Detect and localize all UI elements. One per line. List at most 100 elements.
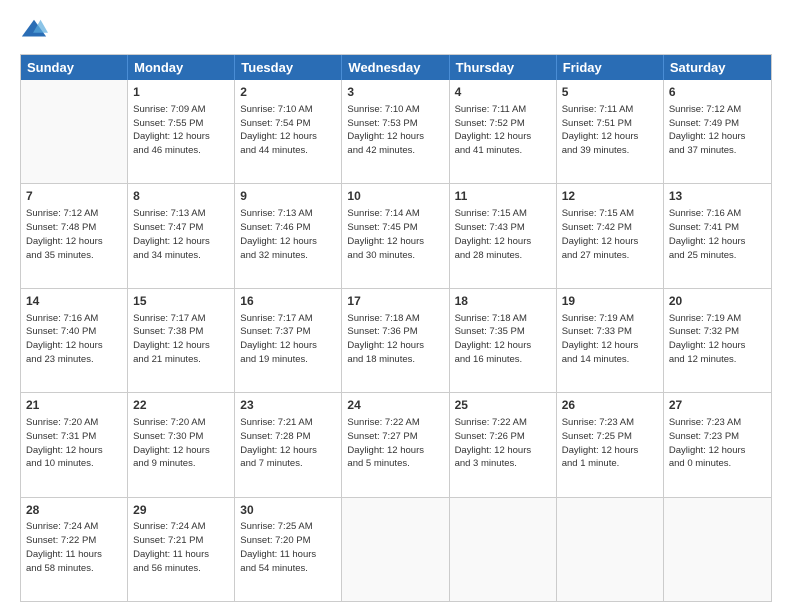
calendar-cell: 15 Sunrise: 7:17 AM Sunset: 7:38 PM Dayli… xyxy=(128,289,235,392)
day-number: 27 xyxy=(669,397,766,414)
day-info: Sunrise: 7:11 AM Sunset: 7:52 PM Dayligh… xyxy=(455,103,551,158)
day-number: 11 xyxy=(455,188,551,205)
day-number: 13 xyxy=(669,188,766,205)
day-number: 20 xyxy=(669,293,766,310)
day-info: Sunrise: 7:22 AM Sunset: 7:27 PM Dayligh… xyxy=(347,416,443,471)
calendar-cell: 2 Sunrise: 7:10 AM Sunset: 7:54 PM Daylig… xyxy=(235,80,342,183)
day-number: 26 xyxy=(562,397,658,414)
day-info: Sunrise: 7:22 AM Sunset: 7:26 PM Dayligh… xyxy=(455,416,551,471)
day-info: Sunrise: 7:19 AM Sunset: 7:32 PM Dayligh… xyxy=(669,312,766,367)
day-info: Sunrise: 7:17 AM Sunset: 7:37 PM Dayligh… xyxy=(240,312,336,367)
calendar-cell: 12 Sunrise: 7:15 AM Sunset: 7:42 PM Dayli… xyxy=(557,184,664,287)
day-info: Sunrise: 7:24 AM Sunset: 7:22 PM Dayligh… xyxy=(26,520,122,575)
header-day-sunday: Sunday xyxy=(21,55,128,80)
day-info: Sunrise: 7:15 AM Sunset: 7:43 PM Dayligh… xyxy=(455,207,551,262)
calendar-cell xyxy=(664,498,771,601)
day-info: Sunrise: 7:23 AM Sunset: 7:23 PM Dayligh… xyxy=(669,416,766,471)
calendar-cell: 26 Sunrise: 7:23 AM Sunset: 7:25 PM Dayli… xyxy=(557,393,664,496)
calendar-cell: 21 Sunrise: 7:20 AM Sunset: 7:31 PM Dayli… xyxy=(21,393,128,496)
day-number: 9 xyxy=(240,188,336,205)
calendar-row: 21 Sunrise: 7:20 AM Sunset: 7:31 PM Dayli… xyxy=(21,392,771,496)
calendar-cell: 14 Sunrise: 7:16 AM Sunset: 7:40 PM Dayli… xyxy=(21,289,128,392)
day-info: Sunrise: 7:11 AM Sunset: 7:51 PM Dayligh… xyxy=(562,103,658,158)
calendar-cell: 28Sunrise: 7:24 AM Sunset: 7:22 PM Dayli… xyxy=(21,498,128,601)
calendar-cell: 30Sunrise: 7:25 AM Sunset: 7:20 PM Dayli… xyxy=(235,498,342,601)
calendar-cell: 25 Sunrise: 7:22 AM Sunset: 7:26 PM Dayli… xyxy=(450,393,557,496)
calendar-header: SundayMondayTuesdayWednesdayThursdayFrid… xyxy=(21,55,771,80)
calendar-cell xyxy=(21,80,128,183)
day-info: Sunrise: 7:13 AM Sunset: 7:47 PM Dayligh… xyxy=(133,207,229,262)
calendar-cell: 22 Sunrise: 7:20 AM Sunset: 7:30 PM Dayli… xyxy=(128,393,235,496)
calendar-cell: 4 Sunrise: 7:11 AM Sunset: 7:52 PM Daylig… xyxy=(450,80,557,183)
day-info: Sunrise: 7:18 AM Sunset: 7:36 PM Dayligh… xyxy=(347,312,443,367)
calendar-cell: 10 Sunrise: 7:14 AM Sunset: 7:45 PM Dayli… xyxy=(342,184,449,287)
calendar-row: 14 Sunrise: 7:16 AM Sunset: 7:40 PM Dayli… xyxy=(21,288,771,392)
day-number: 17 xyxy=(347,293,443,310)
calendar-cell: 24 Sunrise: 7:22 AM Sunset: 7:27 PM Dayli… xyxy=(342,393,449,496)
day-number: 24 xyxy=(347,397,443,414)
day-info: Sunrise: 7:23 AM Sunset: 7:25 PM Dayligh… xyxy=(562,416,658,471)
calendar-cell: 5Sunrise: 7:11 AM Sunset: 7:51 PM Daylig… xyxy=(557,80,664,183)
day-info: Sunrise: 7:13 AM Sunset: 7:46 PM Dayligh… xyxy=(240,207,336,262)
day-info: Sunrise: 7:14 AM Sunset: 7:45 PM Dayligh… xyxy=(347,207,443,262)
calendar-body: 1 Sunrise: 7:09 AM Sunset: 7:55 PM Daylig… xyxy=(21,80,771,601)
day-info: Sunrise: 7:12 AM Sunset: 7:49 PM Dayligh… xyxy=(669,103,766,158)
calendar-cell: 23Sunrise: 7:21 AM Sunset: 7:28 PM Dayli… xyxy=(235,393,342,496)
header xyxy=(20,16,772,44)
calendar-cell xyxy=(450,498,557,601)
day-number: 30 xyxy=(240,502,336,519)
day-number: 1 xyxy=(133,84,229,101)
calendar-cell: 29Sunrise: 7:24 AM Sunset: 7:21 PM Dayli… xyxy=(128,498,235,601)
calendar-cell: 20 Sunrise: 7:19 AM Sunset: 7:32 PM Dayli… xyxy=(664,289,771,392)
calendar-cell: 8Sunrise: 7:13 AM Sunset: 7:47 PM Daylig… xyxy=(128,184,235,287)
calendar: SundayMondayTuesdayWednesdayThursdayFrid… xyxy=(20,54,772,602)
calendar-row: 7Sunrise: 7:12 AM Sunset: 7:48 PM Daylig… xyxy=(21,183,771,287)
day-number: 18 xyxy=(455,293,551,310)
header-day-monday: Monday xyxy=(128,55,235,80)
calendar-cell: 27 Sunrise: 7:23 AM Sunset: 7:23 PM Dayli… xyxy=(664,393,771,496)
day-info: Sunrise: 7:09 AM Sunset: 7:55 PM Dayligh… xyxy=(133,103,229,158)
day-number: 3 xyxy=(347,84,443,101)
calendar-row: 1 Sunrise: 7:09 AM Sunset: 7:55 PM Daylig… xyxy=(21,80,771,183)
day-number: 15 xyxy=(133,293,229,310)
header-day-saturday: Saturday xyxy=(664,55,771,80)
page: SundayMondayTuesdayWednesdayThursdayFrid… xyxy=(0,0,792,612)
day-info: Sunrise: 7:16 AM Sunset: 7:40 PM Dayligh… xyxy=(26,312,122,367)
calendar-cell: 6Sunrise: 7:12 AM Sunset: 7:49 PM Daylig… xyxy=(664,80,771,183)
day-info: Sunrise: 7:21 AM Sunset: 7:28 PM Dayligh… xyxy=(240,416,336,471)
calendar-cell: 17 Sunrise: 7:18 AM Sunset: 7:36 PM Dayli… xyxy=(342,289,449,392)
logo xyxy=(20,16,52,44)
day-number: 29 xyxy=(133,502,229,519)
day-info: Sunrise: 7:25 AM Sunset: 7:20 PM Dayligh… xyxy=(240,520,336,575)
day-info: Sunrise: 7:20 AM Sunset: 7:30 PM Dayligh… xyxy=(133,416,229,471)
day-number: 2 xyxy=(240,84,336,101)
day-number: 14 xyxy=(26,293,122,310)
day-number: 22 xyxy=(133,397,229,414)
header-day-friday: Friday xyxy=(557,55,664,80)
day-number: 28 xyxy=(26,502,122,519)
calendar-row: 28Sunrise: 7:24 AM Sunset: 7:22 PM Dayli… xyxy=(21,497,771,601)
calendar-cell: 19Sunrise: 7:19 AM Sunset: 7:33 PM Dayli… xyxy=(557,289,664,392)
calendar-cell xyxy=(557,498,664,601)
header-day-tuesday: Tuesday xyxy=(235,55,342,80)
day-info: Sunrise: 7:20 AM Sunset: 7:31 PM Dayligh… xyxy=(26,416,122,471)
day-number: 25 xyxy=(455,397,551,414)
day-info: Sunrise: 7:24 AM Sunset: 7:21 PM Dayligh… xyxy=(133,520,229,575)
day-info: Sunrise: 7:17 AM Sunset: 7:38 PM Dayligh… xyxy=(133,312,229,367)
day-number: 4 xyxy=(455,84,551,101)
day-number: 10 xyxy=(347,188,443,205)
day-info: Sunrise: 7:15 AM Sunset: 7:42 PM Dayligh… xyxy=(562,207,658,262)
day-info: Sunrise: 7:16 AM Sunset: 7:41 PM Dayligh… xyxy=(669,207,766,262)
day-info: Sunrise: 7:10 AM Sunset: 7:54 PM Dayligh… xyxy=(240,103,336,158)
logo-icon xyxy=(20,16,48,44)
header-day-wednesday: Wednesday xyxy=(342,55,449,80)
day-number: 21 xyxy=(26,397,122,414)
calendar-cell: 13 Sunrise: 7:16 AM Sunset: 7:41 PM Dayli… xyxy=(664,184,771,287)
calendar-cell: 7Sunrise: 7:12 AM Sunset: 7:48 PM Daylig… xyxy=(21,184,128,287)
header-day-thursday: Thursday xyxy=(450,55,557,80)
calendar-cell: 3 Sunrise: 7:10 AM Sunset: 7:53 PM Daylig… xyxy=(342,80,449,183)
day-info: Sunrise: 7:10 AM Sunset: 7:53 PM Dayligh… xyxy=(347,103,443,158)
day-number: 12 xyxy=(562,188,658,205)
day-info: Sunrise: 7:18 AM Sunset: 7:35 PM Dayligh… xyxy=(455,312,551,367)
calendar-cell: 16Sunrise: 7:17 AM Sunset: 7:37 PM Dayli… xyxy=(235,289,342,392)
